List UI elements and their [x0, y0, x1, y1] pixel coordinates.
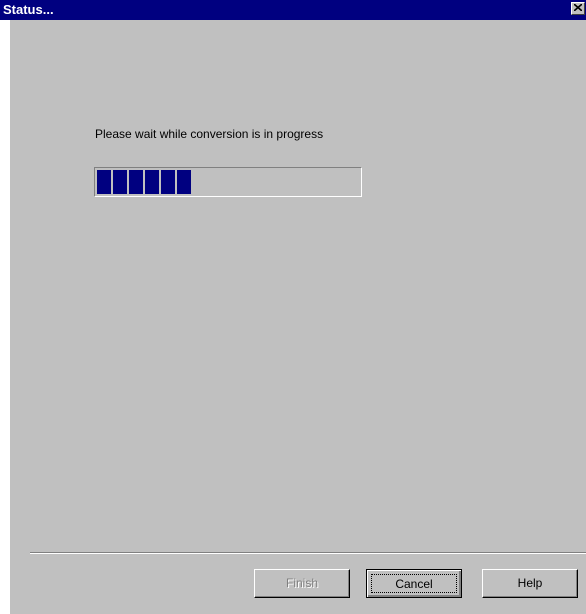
- progress-message: Please wait while conversion is in progr…: [95, 127, 324, 141]
- window-title: Status...: [3, 2, 54, 17]
- help-button[interactable]: Help: [482, 569, 578, 598]
- progress-track: [97, 170, 359, 194]
- left-border-strip: [0, 20, 10, 614]
- cancel-button-label: Cancel: [371, 574, 457, 593]
- status-dialog: Status... Please wait while conversion i…: [0, 0, 586, 614]
- close-icon: [574, 4, 582, 11]
- finish-button[interactable]: Finish: [254, 569, 350, 598]
- progress-bar: [94, 167, 362, 197]
- button-separator: [30, 552, 586, 554]
- title-bar[interactable]: Status...: [0, 0, 586, 20]
- progress-fill: [97, 170, 191, 194]
- close-button[interactable]: [571, 2, 585, 15]
- cancel-button[interactable]: Cancel: [366, 569, 462, 598]
